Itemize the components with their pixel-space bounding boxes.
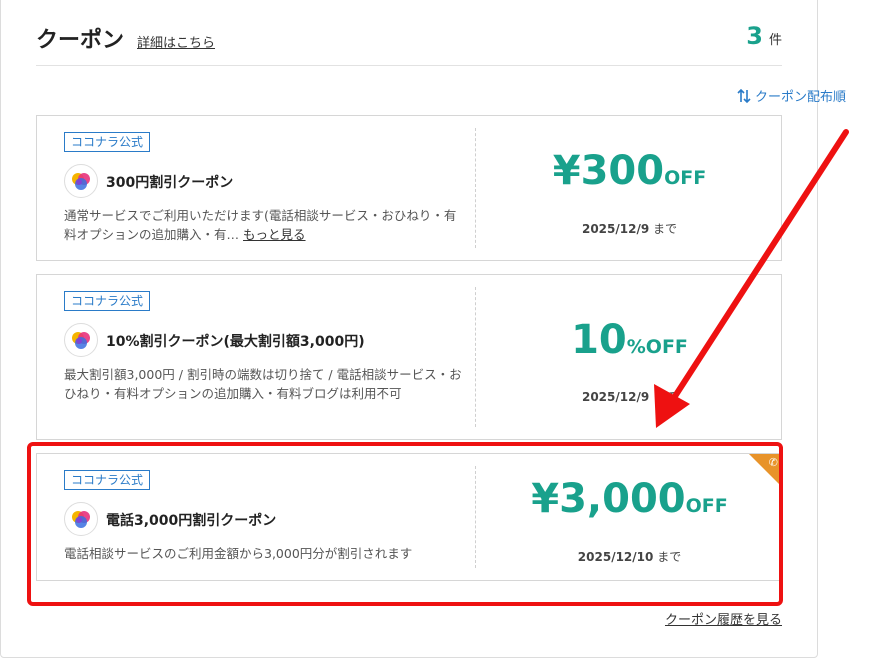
coconala-logo-icon — [64, 164, 98, 198]
expiry-suffix: まで — [653, 390, 678, 404]
discount-off: OFF — [664, 167, 707, 189]
coupon-name: 300円割引クーポン — [106, 175, 234, 191]
discount-off: %OFF — [626, 336, 688, 358]
expiry-suffix: まで — [653, 222, 678, 236]
coupon-description: 最大割引額3,000円 / 割引時の端数は切り捨て / 電話相談サービス・おひね… — [64, 367, 462, 401]
coconala-logo-icon — [64, 323, 98, 357]
official-badge: ココナラ公式 — [64, 132, 151, 152]
discount-amount: 10 — [571, 317, 627, 363]
coupon-card[interactable]: ココナラ公式 10%割引クーポン(最大割引額3,000円) 最大割引額3,000… — [36, 274, 782, 440]
discount-amount: ¥300 — [552, 148, 665, 194]
coupon-name: 10%割引クーポン(最大割引額3,000円) — [106, 334, 365, 350]
sort-label: クーポン配布順 — [754, 90, 846, 105]
more-link[interactable]: もっと見る — [243, 227, 306, 242]
expiry-date-value: 2025/12/9 — [581, 390, 650, 404]
page-title: クーポン — [36, 28, 125, 53]
official-badge: ココナラ公式 — [64, 291, 151, 311]
sort-icon — [737, 88, 751, 104]
coupon-header: クーポン 詳細はこちら 3件 — [36, 22, 782, 66]
discount-value: 10%OFF — [477, 317, 781, 363]
coupon-count-number: 3 — [746, 22, 763, 50]
card-divider — [475, 287, 476, 427]
expiry-date: 2025/12/9 まで — [477, 220, 781, 237]
detail-link[interactable]: 詳細はこちら — [137, 32, 215, 51]
coupon-card[interactable]: ココナラ公式 300円割引クーポン 通常サービスでご利用いただけます(電話相談サ… — [36, 115, 782, 261]
coupon-history-link[interactable]: クーポン履歴を見る — [665, 609, 782, 628]
card-divider — [475, 128, 476, 248]
highlight-box — [27, 442, 783, 606]
discount-value: ¥300OFF — [477, 148, 781, 194]
coupon-count: 3件 — [746, 22, 782, 50]
expiry-date-value: 2025/12/9 — [581, 222, 650, 236]
coupon-description: 通常サービスでご利用いただけます(電話相談サービス・おひねり・有料オプションの追… — [64, 206, 462, 244]
sort-button[interactable]: クーポン配布順 — [737, 86, 846, 105]
expiry-date: 2025/12/9 まで — [477, 388, 781, 405]
coupon-count-unit: 件 — [768, 33, 782, 48]
